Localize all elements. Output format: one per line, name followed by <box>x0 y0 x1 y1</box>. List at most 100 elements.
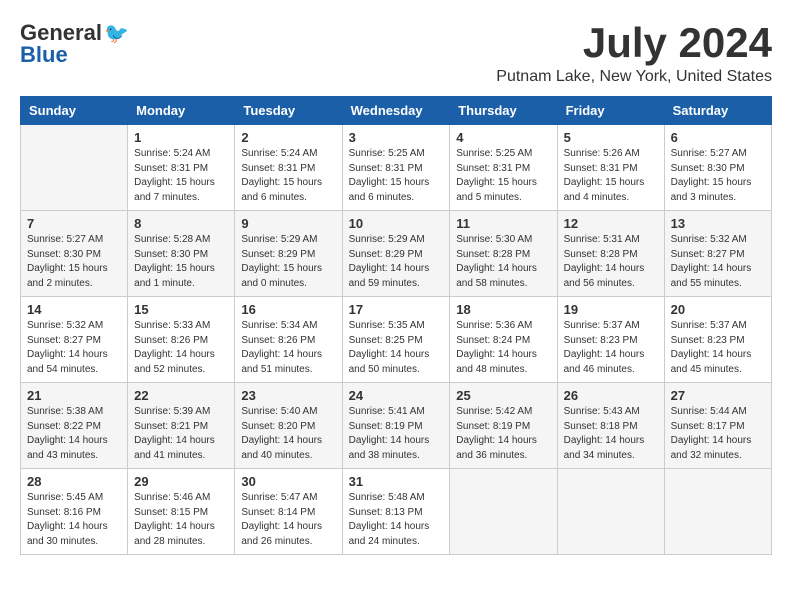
calendar-day-7: 7 Sunrise: 5:27 AM Sunset: 8:30 PM Daylig… <box>21 211 128 297</box>
column-header-monday: Monday <box>128 97 235 125</box>
column-header-sunday: Sunday <box>21 97 128 125</box>
column-header-thursday: Thursday <box>450 97 557 125</box>
location-title: Putnam Lake, New York, United States <box>496 68 772 86</box>
calendar-day-16: 16 Sunrise: 5:34 AM Sunset: 8:26 PM Dayli… <box>235 297 342 383</box>
day-info: Sunrise: 5:46 AM Sunset: 8:15 PM Dayligh… <box>134 491 228 549</box>
calendar-day-31: 31 Sunrise: 5:48 AM Sunset: 8:13 PM Dayli… <box>342 469 450 555</box>
calendar-week-row: 21Sunrise: 5:38 AM Sunset: 8:22 PM Dayli… <box>21 383 772 469</box>
day-info: Sunrise: 5:40 AM Sunset: 8:20 PM Dayligh… <box>241 405 335 463</box>
column-header-saturday: Saturday <box>664 97 771 125</box>
day-number: 10 <box>349 216 444 231</box>
day-number: 26 <box>564 388 658 403</box>
day-info: Sunrise: 5:28 AM Sunset: 8:30 PM Dayligh… <box>134 233 228 291</box>
calendar-week-row: 1 Sunrise: 5:24 AM Sunset: 8:31 PM Daylig… <box>21 125 772 211</box>
calendar-day-20: 20Sunrise: 5:37 AM Sunset: 8:23 PM Dayli… <box>664 297 771 383</box>
calendar-day-13: 13 Sunrise: 5:32 AM Sunset: 8:27 PM Dayli… <box>664 211 771 297</box>
day-info: Sunrise: 5:31 AM Sunset: 8:28 PM Dayligh… <box>564 233 658 291</box>
calendar-empty-cell <box>557 469 664 555</box>
day-info: Sunrise: 5:34 AM Sunset: 8:26 PM Dayligh… <box>241 319 335 377</box>
calendar-empty-cell <box>21 125 128 211</box>
day-number: 7 <box>27 216 121 231</box>
calendar-day-24: 24Sunrise: 5:41 AM Sunset: 8:19 PM Dayli… <box>342 383 450 469</box>
logo-bird-icon: 🐦 <box>104 21 129 46</box>
day-info: Sunrise: 5:43 AM Sunset: 8:18 PM Dayligh… <box>564 405 658 463</box>
calendar-empty-cell <box>450 469 557 555</box>
calendar-day-15: 15 Sunrise: 5:33 AM Sunset: 8:26 PM Dayli… <box>128 297 235 383</box>
day-number: 11 <box>456 216 550 231</box>
calendar-day-5: 5 Sunrise: 5:26 AM Sunset: 8:31 PM Daylig… <box>557 125 664 211</box>
calendar-table: SundayMondayTuesdayWednesdayThursdayFrid… <box>20 96 772 555</box>
calendar-day-8: 8 Sunrise: 5:28 AM Sunset: 8:30 PM Daylig… <box>128 211 235 297</box>
calendar-day-18: 18Sunrise: 5:36 AM Sunset: 8:24 PM Dayli… <box>450 297 557 383</box>
logo-blue-text: Blue <box>20 42 68 68</box>
day-number: 1 <box>134 130 228 145</box>
calendar-empty-cell <box>664 469 771 555</box>
title-section: July 2024 Putnam Lake, New York, United … <box>496 20 772 86</box>
day-number: 27 <box>671 388 765 403</box>
day-number: 19 <box>564 302 658 317</box>
calendar-day-23: 23 Sunrise: 5:40 AM Sunset: 8:20 PM Dayli… <box>235 383 342 469</box>
calendar-day-27: 27 Sunrise: 5:44 AM Sunset: 8:17 PM Dayli… <box>664 383 771 469</box>
day-info: Sunrise: 5:36 AM Sunset: 8:24 PM Dayligh… <box>456 319 550 377</box>
day-number: 25 <box>456 388 550 403</box>
day-info: Sunrise: 5:42 AM Sunset: 8:19 PM Dayligh… <box>456 405 550 463</box>
day-info: Sunrise: 5:44 AM Sunset: 8:17 PM Dayligh… <box>671 405 765 463</box>
day-info: Sunrise: 5:29 AM Sunset: 8:29 PM Dayligh… <box>349 233 444 291</box>
day-info: Sunrise: 5:32 AM Sunset: 8:27 PM Dayligh… <box>671 233 765 291</box>
day-number: 14 <box>27 302 121 317</box>
calendar-day-30: 30Sunrise: 5:47 AM Sunset: 8:14 PM Dayli… <box>235 469 342 555</box>
calendar-day-17: 17Sunrise: 5:35 AM Sunset: 8:25 PM Dayli… <box>342 297 450 383</box>
calendar-day-26: 26 Sunrise: 5:43 AM Sunset: 8:18 PM Dayli… <box>557 383 664 469</box>
day-info: Sunrise: 5:27 AM Sunset: 8:30 PM Dayligh… <box>671 147 765 205</box>
calendar-day-19: 19 Sunrise: 5:37 AM Sunset: 8:23 PM Dayli… <box>557 297 664 383</box>
column-header-wednesday: Wednesday <box>342 97 450 125</box>
day-number: 22 <box>134 388 228 403</box>
day-number: 17 <box>349 302 444 317</box>
calendar-week-row: 14 Sunrise: 5:32 AM Sunset: 8:27 PM Dayli… <box>21 297 772 383</box>
calendar-week-row: 7 Sunrise: 5:27 AM Sunset: 8:30 PM Daylig… <box>21 211 772 297</box>
day-info: Sunrise: 5:32 AM Sunset: 8:27 PM Dayligh… <box>27 319 121 377</box>
calendar-header-row: SundayMondayTuesdayWednesdayThursdayFrid… <box>21 97 772 125</box>
day-info: Sunrise: 5:29 AM Sunset: 8:29 PM Dayligh… <box>241 233 335 291</box>
day-number: 2 <box>241 130 335 145</box>
calendar-day-12: 12 Sunrise: 5:31 AM Sunset: 8:28 PM Dayli… <box>557 211 664 297</box>
day-info: Sunrise: 5:27 AM Sunset: 8:30 PM Dayligh… <box>27 233 121 291</box>
day-number: 31 <box>349 474 444 489</box>
logo: General 🐦 Blue <box>20 20 129 68</box>
calendar-day-10: 10 Sunrise: 5:29 AM Sunset: 8:29 PM Dayli… <box>342 211 450 297</box>
day-info: Sunrise: 5:33 AM Sunset: 8:26 PM Dayligh… <box>134 319 228 377</box>
calendar-day-6: 6Sunrise: 5:27 AM Sunset: 8:30 PM Daylig… <box>664 125 771 211</box>
day-number: 30 <box>241 474 335 489</box>
day-number: 8 <box>134 216 228 231</box>
day-number: 15 <box>134 302 228 317</box>
calendar-day-22: 22Sunrise: 5:39 AM Sunset: 8:21 PM Dayli… <box>128 383 235 469</box>
day-info: Sunrise: 5:24 AM Sunset: 8:31 PM Dayligh… <box>241 147 335 205</box>
calendar-day-29: 29Sunrise: 5:46 AM Sunset: 8:15 PM Dayli… <box>128 469 235 555</box>
day-number: 16 <box>241 302 335 317</box>
day-info: Sunrise: 5:37 AM Sunset: 8:23 PM Dayligh… <box>671 319 765 377</box>
day-number: 12 <box>564 216 658 231</box>
calendar-day-28: 28Sunrise: 5:45 AM Sunset: 8:16 PM Dayli… <box>21 469 128 555</box>
calendar-day-21: 21Sunrise: 5:38 AM Sunset: 8:22 PM Dayli… <box>21 383 128 469</box>
day-info: Sunrise: 5:26 AM Sunset: 8:31 PM Dayligh… <box>564 147 658 205</box>
column-header-tuesday: Tuesday <box>235 97 342 125</box>
day-number: 5 <box>564 130 658 145</box>
calendar-week-row: 28Sunrise: 5:45 AM Sunset: 8:16 PM Dayli… <box>21 469 772 555</box>
day-info: Sunrise: 5:41 AM Sunset: 8:19 PM Dayligh… <box>349 405 444 463</box>
column-header-friday: Friday <box>557 97 664 125</box>
day-number: 28 <box>27 474 121 489</box>
page-header: General 🐦 Blue July 2024 Putnam Lake, Ne… <box>20 20 772 86</box>
day-info: Sunrise: 5:38 AM Sunset: 8:22 PM Dayligh… <box>27 405 121 463</box>
day-number: 13 <box>671 216 765 231</box>
day-info: Sunrise: 5:48 AM Sunset: 8:13 PM Dayligh… <box>349 491 444 549</box>
calendar-day-9: 9Sunrise: 5:29 AM Sunset: 8:29 PM Daylig… <box>235 211 342 297</box>
calendar-day-1: 1 Sunrise: 5:24 AM Sunset: 8:31 PM Daylig… <box>128 125 235 211</box>
day-number: 4 <box>456 130 550 145</box>
calendar-day-3: 3Sunrise: 5:25 AM Sunset: 8:31 PM Daylig… <box>342 125 450 211</box>
day-info: Sunrise: 5:30 AM Sunset: 8:28 PM Dayligh… <box>456 233 550 291</box>
day-info: Sunrise: 5:37 AM Sunset: 8:23 PM Dayligh… <box>564 319 658 377</box>
calendar-day-14: 14 Sunrise: 5:32 AM Sunset: 8:27 PM Dayli… <box>21 297 128 383</box>
day-info: Sunrise: 5:24 AM Sunset: 8:31 PM Dayligh… <box>134 147 228 205</box>
day-number: 23 <box>241 388 335 403</box>
day-info: Sunrise: 5:25 AM Sunset: 8:31 PM Dayligh… <box>349 147 444 205</box>
